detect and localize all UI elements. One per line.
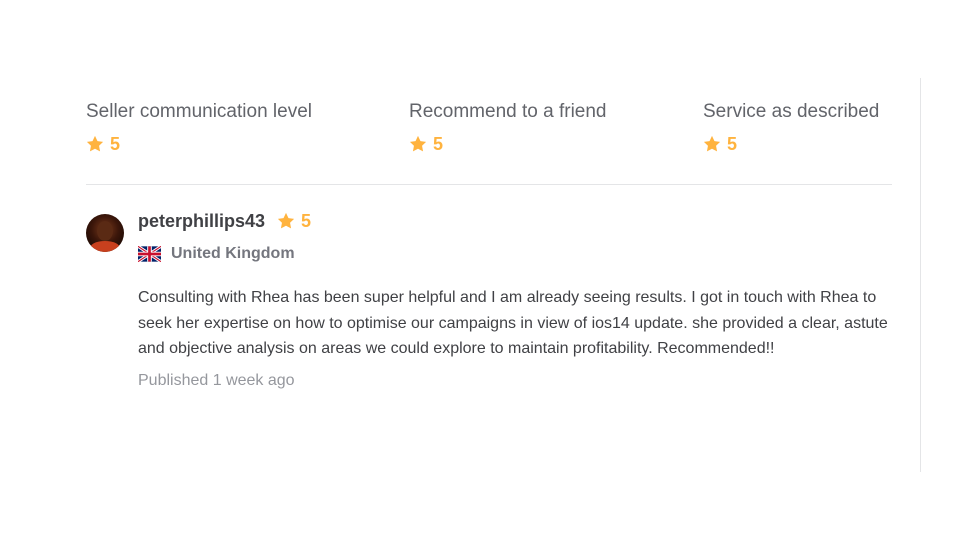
rating-number: 5 [110,134,121,154]
star-icon [409,135,427,153]
section-divider [86,184,892,185]
rating-score: 5 [703,133,879,155]
star-icon [277,212,295,230]
rating-service-described: Service as described 5 [703,100,879,155]
rating-number: 5 [727,134,738,154]
reviewer-username[interactable]: peterphillips43 [138,211,265,232]
rating-number: 5 [433,134,444,154]
ratings-breakdown: Seller communication level 5 Recommend t… [86,100,892,160]
rating-score: 5 [409,133,607,155]
star-icon [86,135,104,153]
review-published-date: Published 1 week ago [138,371,295,389]
rating-label: Service as described [703,101,880,122]
review-text: Consulting with Rhea has been super help… [138,289,888,357]
right-panel-border [920,78,921,472]
reviewer-line: peterphillips43 5 [138,208,892,234]
star-icon [703,135,721,153]
rating-seller-communication: Seller communication level 5 [86,100,312,155]
rating-recommend-friend: Recommend to a friend 5 [409,100,607,155]
review-body: peterphillips43 5 United Kingdom Consult… [138,208,892,392]
reviewer-rating: 5 [277,211,311,232]
rating-label: Recommend to a friend [409,101,607,122]
reviewer-country-line: United Kingdom [138,244,892,264]
uk-flag-icon [138,246,161,262]
rating-score: 5 [86,133,312,155]
reviewer-country: United Kingdom [171,245,295,262]
reviewer-rating-number: 5 [301,210,312,231]
rating-label: Seller communication level [86,101,312,122]
avatar[interactable] [86,214,124,252]
